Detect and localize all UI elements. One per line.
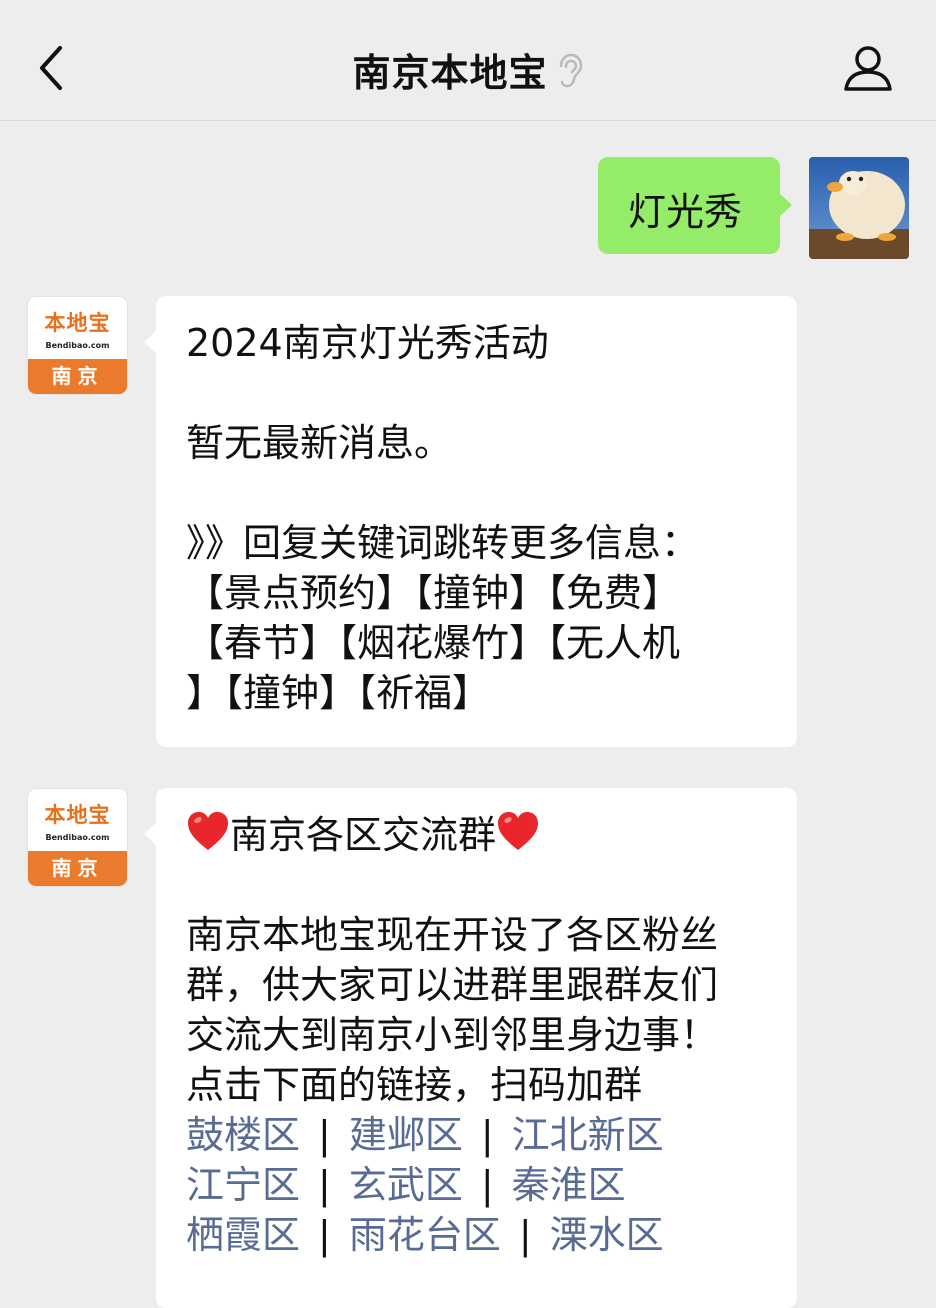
logo-en-text: Bendibao.com bbox=[45, 341, 110, 350]
district-link[interactable]: 溧水区 bbox=[550, 1213, 664, 1257]
red-heart-icon bbox=[498, 812, 539, 850]
groups-body-line3: 交流大到南京小到邻里身边事！ bbox=[186, 1013, 719, 1057]
groups-body-line1: 南京本地宝现在开设了各区粉丝 bbox=[186, 913, 719, 957]
nav-bar: 南京本地宝 bbox=[0, 0, 936, 121]
link-separator: | bbox=[480, 1163, 494, 1207]
reply-status: 暂无最新消息。 bbox=[186, 421, 453, 465]
user-avatar[interactable] bbox=[809, 157, 909, 259]
district-link[interactable]: 玄武区 bbox=[349, 1163, 463, 1207]
groups-body-line2: 群，供大家可以进群里跟群友们 bbox=[186, 963, 719, 1007]
chat-title: 南京本地宝 bbox=[0, 42, 936, 97]
chat-title-text: 南京本地宝 bbox=[352, 51, 548, 95]
logo-cn-text: 本地宝 bbox=[44, 310, 111, 335]
reply-prompt: 》》回复关键词跳转更多信息： bbox=[186, 521, 700, 565]
district-link[interactable]: 江宁区 bbox=[186, 1163, 300, 1207]
reply-bubble-groups[interactable]: 南京各区交流群 南京本地宝现在开设了各区粉丝 群，供大家可以进群里跟群友们 交流… bbox=[144, 788, 797, 1308]
district-link[interactable]: 秦淮区 bbox=[512, 1163, 626, 1207]
reply-bubble-light-show[interactable]: 2024南京灯光秀活动 暂无最新消息。 》》回复关键词跳转更多信息： 【景点预约… bbox=[144, 296, 797, 747]
district-link[interactable]: 雨花台区 bbox=[349, 1213, 501, 1257]
link-separator: | bbox=[480, 1113, 494, 1157]
groups-title: 南京各区交流群 bbox=[186, 810, 769, 860]
logo-city-label: 南京 bbox=[28, 851, 127, 886]
bendibao-logo: 本地宝 Bendibao.com bbox=[28, 789, 127, 851]
link-separator: | bbox=[318, 1213, 331, 1257]
keyword-links-line2[interactable]: 【春节】【烟花爆竹】【无人机 bbox=[186, 618, 769, 668]
outgoing-message-text: 灯光秀 bbox=[628, 190, 743, 234]
outgoing-message-bubble[interactable]: 灯光秀 bbox=[598, 157, 792, 254]
user-avatar-image bbox=[809, 157, 909, 259]
profile-button[interactable] bbox=[840, 40, 896, 96]
district-link[interactable]: 建邺区 bbox=[349, 1113, 463, 1157]
person-icon bbox=[844, 46, 892, 91]
keyword-links-line1[interactable]: 【景点预约】【撞钟】【免费】 bbox=[186, 568, 769, 618]
logo-en-text: Bendibao.com bbox=[45, 833, 110, 842]
link-separator: | bbox=[318, 1113, 331, 1157]
district-links-row: 栖霞区 | 雨花台区 | 溧水区 bbox=[186, 1210, 769, 1260]
logo-cn-text: 本地宝 bbox=[44, 802, 111, 827]
link-separator: | bbox=[318, 1163, 331, 1207]
bendibao-avatar[interactable]: 本地宝 Bendibao.com 南京 bbox=[28, 297, 127, 394]
bendibao-logo: 本地宝 Bendibao.com bbox=[28, 297, 127, 359]
reply-title: 2024南京灯光秀活动 bbox=[186, 321, 549, 365]
district-link[interactable]: 栖霞区 bbox=[186, 1213, 300, 1257]
red-heart-icon bbox=[188, 812, 228, 850]
keyword-links-line3[interactable]: 】【撞钟】【祈福】 bbox=[186, 668, 769, 718]
district-link[interactable]: 鼓楼区 bbox=[186, 1113, 300, 1157]
bendibao-avatar[interactable]: 本地宝 Bendibao.com 南京 bbox=[28, 789, 127, 886]
district-links-row: 江宁区 | 玄武区 | 秦淮区 bbox=[186, 1160, 769, 1210]
groups-body-line4: 点击下面的链接，扫码加群 bbox=[186, 1063, 643, 1107]
groups-title-text: 南京各区交流群 bbox=[230, 813, 497, 857]
logo-city-label: 南京 bbox=[28, 359, 127, 394]
link-separator: | bbox=[518, 1213, 532, 1257]
district-links-row: 鼓楼区 | 建邺区 | 江北新区 bbox=[186, 1110, 769, 1160]
district-link[interactable]: 江北新区 bbox=[512, 1113, 664, 1157]
earpiece-mode-icon bbox=[559, 53, 582, 88]
